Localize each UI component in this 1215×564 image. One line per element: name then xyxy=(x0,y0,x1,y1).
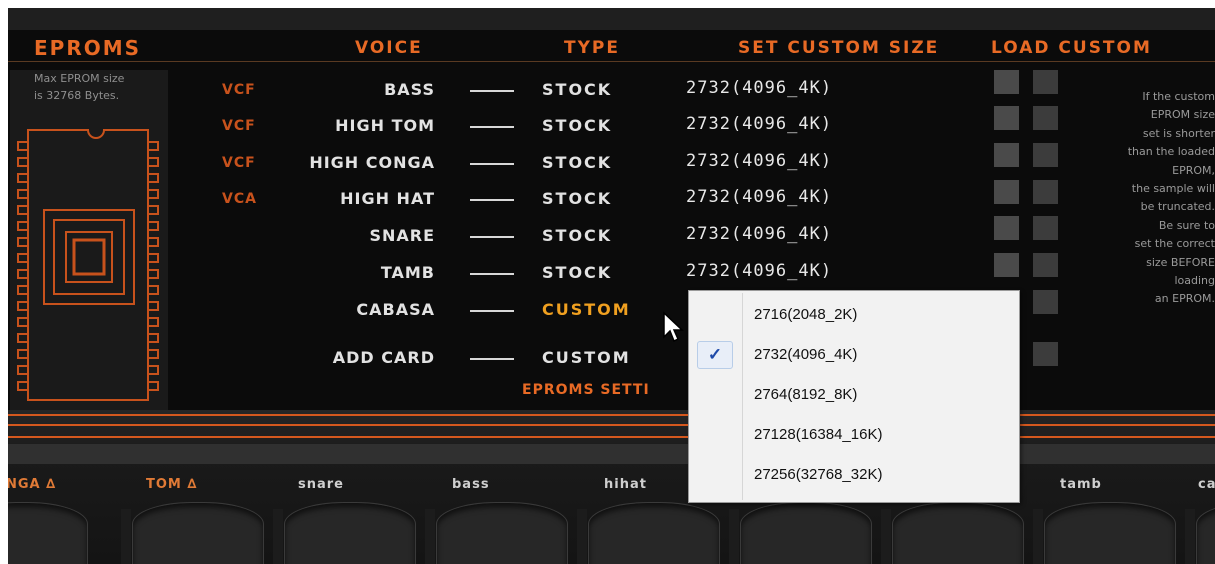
drum-pad[interactable] xyxy=(577,502,720,564)
load-custom-button[interactable] xyxy=(1033,290,1058,314)
load-custom-button[interactable] xyxy=(994,70,1019,94)
header-divider xyxy=(8,61,1215,62)
row-prefix: VCF xyxy=(222,118,256,134)
voice-label: TAMB xyxy=(380,263,435,282)
type-selector[interactable]: STOCK xyxy=(542,116,612,135)
checkmark-icon: ✓ xyxy=(697,341,733,369)
max-eprom-note: Max EPROM size is 32768 Bytes. xyxy=(34,72,125,102)
drum-pad[interactable] xyxy=(8,502,88,564)
voice-label: BASS xyxy=(384,80,435,99)
eprom-chip-icon xyxy=(17,129,159,401)
row-prefix: VCF xyxy=(222,155,256,171)
load-custom-button[interactable] xyxy=(994,180,1019,204)
load-custom-button[interactable] xyxy=(1033,106,1058,130)
size-selector[interactable]: 2732(4096_4K) xyxy=(686,224,832,244)
pad-label: hihat xyxy=(604,477,647,492)
load-custom-button[interactable] xyxy=(1033,253,1058,277)
dropdown-option-selected[interactable]: ✓ 2732(4096_4K) xyxy=(692,339,1016,369)
eprom-settings-window: EPROMS VOICE TYPE SET CUSTOM SIZE LOAD C… xyxy=(8,8,1215,564)
option-label: 27256(32768_32K) xyxy=(754,466,883,483)
option-label: 2716(2048_2K) xyxy=(754,306,858,323)
top-band xyxy=(8,8,1215,30)
row-connector xyxy=(470,199,514,201)
load-custom-button[interactable] xyxy=(994,143,1019,167)
pad-label: tamb xyxy=(1060,477,1102,492)
orange-stripe xyxy=(8,436,1215,438)
size-selector[interactable]: 2732(4096_4K) xyxy=(686,261,832,281)
size-selector[interactable]: 2732(4096_4K) xyxy=(686,78,832,98)
load-custom-button[interactable] xyxy=(1033,70,1058,94)
size-selector[interactable]: 2732(4096_4K) xyxy=(686,114,832,134)
type-selector[interactable]: STOCK xyxy=(542,226,612,245)
set-custom-size-header: SET CUSTOM SIZE xyxy=(738,38,940,58)
option-label: 2732(4096_4K) xyxy=(754,346,858,363)
voice-label: HIGH TOM xyxy=(335,116,435,135)
option-label: 27128(16384_16K) xyxy=(754,426,883,443)
row-connector xyxy=(470,358,514,360)
pad-label: TOM ∆ xyxy=(146,477,198,492)
eproms-settings-label: EPROMS SETTI xyxy=(522,382,650,398)
size-selector[interactable]: 2732(4096_4K) xyxy=(686,151,832,171)
row-connector xyxy=(470,236,514,238)
eproms-header: EPROMS xyxy=(34,36,142,60)
load-custom-button[interactable] xyxy=(1033,216,1058,240)
type-selector[interactable]: STOCK xyxy=(542,80,612,99)
voice-label: HIGH CONGA xyxy=(309,153,435,172)
load-custom-button[interactable] xyxy=(1033,143,1058,167)
drum-pad[interactable] xyxy=(425,502,568,564)
row-connector xyxy=(470,90,514,92)
drum-pad[interactable] xyxy=(1033,502,1176,564)
orange-stripe xyxy=(8,424,1215,426)
dropdown-option[interactable]: 27256(32768_32K) xyxy=(692,459,1016,489)
type-selector[interactable]: STOCK xyxy=(542,263,612,282)
pad-label: snare xyxy=(298,477,344,492)
pad-label: ca xyxy=(1198,477,1215,492)
drum-pad[interactable] xyxy=(729,502,872,564)
orange-stripe xyxy=(8,414,1215,416)
load-custom-button[interactable] xyxy=(1033,180,1058,204)
type-selector[interactable]: CUSTOM xyxy=(542,348,631,367)
option-label: 2764(8192_8K) xyxy=(754,386,858,403)
pad-label: bass xyxy=(452,477,490,492)
type-header: TYPE xyxy=(564,38,620,58)
type-selector[interactable]: STOCK xyxy=(542,153,612,172)
row-prefix: VCF xyxy=(222,82,256,98)
voice-label: CABASA xyxy=(356,300,435,319)
pad-label: NGA ∆ xyxy=(8,477,57,492)
dropdown-option[interactable]: 2716(2048_2K) xyxy=(692,299,1016,329)
size-dropdown-menu: 2716(2048_2K) ✓ 2732(4096_4K) 2764(8192_… xyxy=(688,290,1020,503)
type-selector[interactable]: STOCK xyxy=(542,189,612,208)
row-connector xyxy=(470,163,514,165)
eprom-chip-panel xyxy=(10,70,168,410)
row-connector xyxy=(470,273,514,275)
drum-pad[interactable] xyxy=(881,502,1024,564)
type-selector[interactable]: CUSTOM xyxy=(542,300,631,319)
row-connector xyxy=(470,126,514,128)
dropdown-option[interactable]: 2764(8192_8K) xyxy=(692,379,1016,409)
size-selector[interactable]: 2732(4096_4K) xyxy=(686,187,832,207)
voice-label: SNARE xyxy=(369,226,435,245)
row-connector xyxy=(470,310,514,312)
load-custom-button[interactable] xyxy=(994,253,1019,277)
voice-label: HIGH HAT xyxy=(340,189,435,208)
mouse-cursor-icon xyxy=(663,311,684,343)
drum-pad[interactable] xyxy=(273,502,416,564)
drum-pad[interactable] xyxy=(121,502,264,564)
help-text: If the custom EPROM size set is shorter … xyxy=(1127,90,1215,306)
load-custom-button[interactable] xyxy=(994,106,1019,130)
panel-strip xyxy=(8,444,1215,464)
load-custom-header: LOAD CUSTOM xyxy=(991,38,1152,58)
voice-label: ADD CARD xyxy=(332,348,435,367)
voice-header: VOICE xyxy=(355,38,423,58)
row-prefix: VCA xyxy=(222,191,257,207)
load-custom-button[interactable] xyxy=(1033,342,1058,366)
dropdown-option[interactable]: 27128(16384_16K) xyxy=(692,419,1016,449)
load-custom-button[interactable] xyxy=(994,216,1019,240)
